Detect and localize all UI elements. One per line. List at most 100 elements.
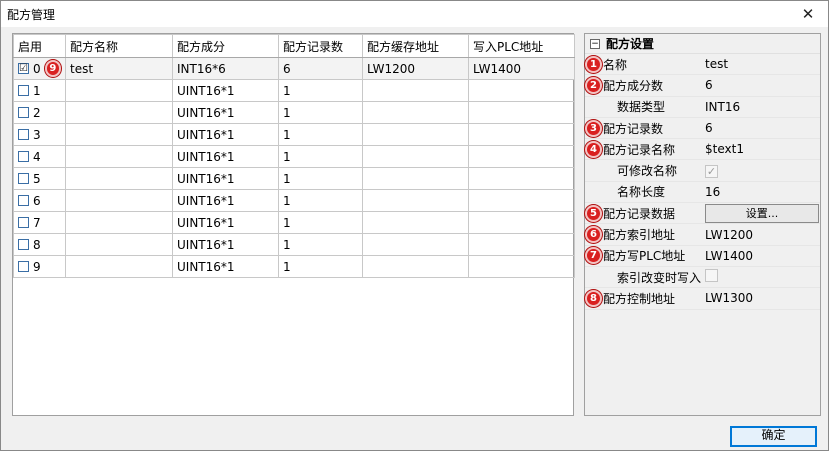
enable-checkbox[interactable]	[18, 195, 29, 206]
cell-component[interactable]: UINT16*1	[172, 233, 279, 256]
table-row[interactable]: 2 UINT16*1 1	[13, 101, 575, 124]
cell-component[interactable]: UINT16*1	[172, 255, 279, 278]
property-row[interactable]: 6 配方索引地址 LW1200	[585, 224, 820, 246]
table-row[interactable]: 5 UINT16*1 1	[13, 167, 575, 190]
cell-plc[interactable]	[468, 189, 575, 212]
cell-plc[interactable]	[468, 211, 575, 234]
enable-checkbox[interactable]	[18, 151, 29, 162]
cell-records[interactable]: 1	[278, 123, 363, 146]
cell-records[interactable]: 1	[278, 79, 363, 102]
table-row[interactable]: 1 UINT16*1 1	[13, 79, 575, 102]
enable-checkbox[interactable]	[18, 129, 29, 140]
col-records-header[interactable]: 配方记录数	[278, 34, 363, 58]
enable-checkbox[interactable]	[18, 217, 29, 228]
cell-plc[interactable]: LW1400	[468, 57, 575, 80]
enable-checkbox[interactable]	[18, 85, 29, 96]
cell-cache[interactable]: LW1200	[362, 57, 469, 80]
cell-component[interactable]: INT16*6	[172, 57, 279, 80]
table-row[interactable]: 7 UINT16*1 1	[13, 211, 575, 234]
property-row[interactable]: 8 配方控制地址 LW1300	[585, 288, 820, 310]
cell-cache[interactable]	[362, 101, 469, 124]
property-value[interactable]: $text1	[703, 142, 820, 156]
property-value[interactable]: 16	[703, 185, 820, 199]
cell-cache[interactable]	[362, 255, 469, 278]
enable-cell[interactable]: 2	[13, 101, 66, 124]
cell-records[interactable]: 1	[278, 101, 363, 124]
cell-plc[interactable]	[468, 101, 575, 124]
table-row[interactable]: 3 UINT16*1 1	[13, 123, 575, 146]
cell-name[interactable]	[65, 167, 173, 190]
cell-component[interactable]: UINT16*1	[172, 211, 279, 234]
property-value[interactable]: LW1400	[703, 249, 820, 263]
cell-name[interactable]	[65, 211, 173, 234]
property-value[interactable]: LW1200	[703, 228, 820, 242]
property-row[interactable]: 数据类型 INT16	[585, 97, 820, 118]
enable-cell[interactable]: ☑ 0 9	[13, 57, 66, 80]
property-checkbox[interactable]	[705, 269, 718, 283]
cell-component[interactable]: UINT16*1	[172, 189, 279, 212]
cell-name[interactable]	[65, 79, 173, 102]
cell-records[interactable]: 1	[278, 189, 363, 212]
property-value[interactable]: 6	[703, 78, 820, 92]
table-row[interactable]: 6 UINT16*1 1	[13, 189, 575, 212]
property-row[interactable]: 2 配方成分数 6	[585, 75, 820, 97]
cell-name[interactable]	[65, 189, 173, 212]
property-row[interactable]: 1 名称 test	[585, 54, 820, 76]
property-value[interactable]: INT16	[703, 100, 820, 114]
col-name-header[interactable]: 配方名称	[65, 34, 173, 58]
cell-plc[interactable]	[468, 79, 575, 102]
col-cache-header[interactable]: 配方缓存地址	[362, 34, 469, 58]
cell-name[interactable]	[65, 145, 173, 168]
cell-cache[interactable]	[362, 79, 469, 102]
enable-cell[interactable]: 4	[13, 145, 66, 168]
cell-records[interactable]: 1	[278, 211, 363, 234]
col-component-header[interactable]: 配方成分	[172, 34, 279, 58]
cell-name[interactable]: test	[65, 57, 173, 80]
col-enable-header[interactable]: 启用	[13, 34, 66, 58]
property-row[interactable]: 7 配方写PLC地址 LW1400	[585, 246, 820, 267]
enable-checkbox[interactable]: ☑	[18, 63, 29, 74]
cell-records[interactable]: 6	[278, 57, 363, 80]
col-plc-header[interactable]: 写入PLC地址	[468, 34, 575, 58]
enable-cell[interactable]: 5	[13, 167, 66, 190]
cell-records[interactable]: 1	[278, 255, 363, 278]
cell-component[interactable]: UINT16*1	[172, 167, 279, 190]
cell-name[interactable]	[65, 123, 173, 146]
cell-plc[interactable]	[468, 145, 575, 168]
property-value[interactable]: 6	[703, 121, 820, 135]
property-row[interactable]: 索引改变时写入	[585, 267, 820, 289]
cell-name[interactable]	[65, 233, 173, 256]
property-value[interactable]: test	[703, 57, 820, 71]
cell-cache[interactable]	[362, 167, 469, 190]
property-checkbox[interactable]: ✓	[705, 164, 718, 178]
cell-component[interactable]: UINT16*1	[172, 79, 279, 102]
close-icon[interactable]: ✕	[788, 1, 828, 27]
cell-plc[interactable]	[468, 233, 575, 256]
ok-button[interactable]: 确定	[730, 426, 817, 447]
cell-plc[interactable]	[468, 123, 575, 146]
property-row[interactable]: 3 配方记录数 6	[585, 118, 820, 140]
enable-cell[interactable]: 7	[13, 211, 66, 234]
cell-cache[interactable]	[362, 145, 469, 168]
cell-records[interactable]: 1	[278, 233, 363, 256]
enable-checkbox[interactable]	[18, 107, 29, 118]
enable-checkbox[interactable]	[18, 261, 29, 272]
cell-records[interactable]: 1	[278, 167, 363, 190]
property-row[interactable]: 名称长度 16	[585, 182, 820, 204]
enable-checkbox[interactable]	[18, 239, 29, 250]
property-row[interactable]: 4 配方记录名称 $text1	[585, 139, 820, 161]
enable-cell[interactable]: 3	[13, 123, 66, 146]
cell-component[interactable]: UINT16*1	[172, 101, 279, 124]
cell-records[interactable]: 1	[278, 145, 363, 168]
enable-cell[interactable]: 9	[13, 255, 66, 278]
table-row[interactable]: ☑ 0 9 test INT16*6 6 LW1200 LW1400	[13, 57, 575, 80]
settings-button[interactable]: 设置...	[705, 203, 819, 223]
cell-cache[interactable]	[362, 233, 469, 256]
cell-cache[interactable]	[362, 189, 469, 212]
cell-cache[interactable]	[362, 211, 469, 234]
cell-plc[interactable]	[468, 255, 575, 278]
cell-name[interactable]	[65, 255, 173, 278]
enable-cell[interactable]: 8	[13, 233, 66, 256]
cell-cache[interactable]	[362, 123, 469, 146]
enable-cell[interactable]: 6	[13, 189, 66, 212]
